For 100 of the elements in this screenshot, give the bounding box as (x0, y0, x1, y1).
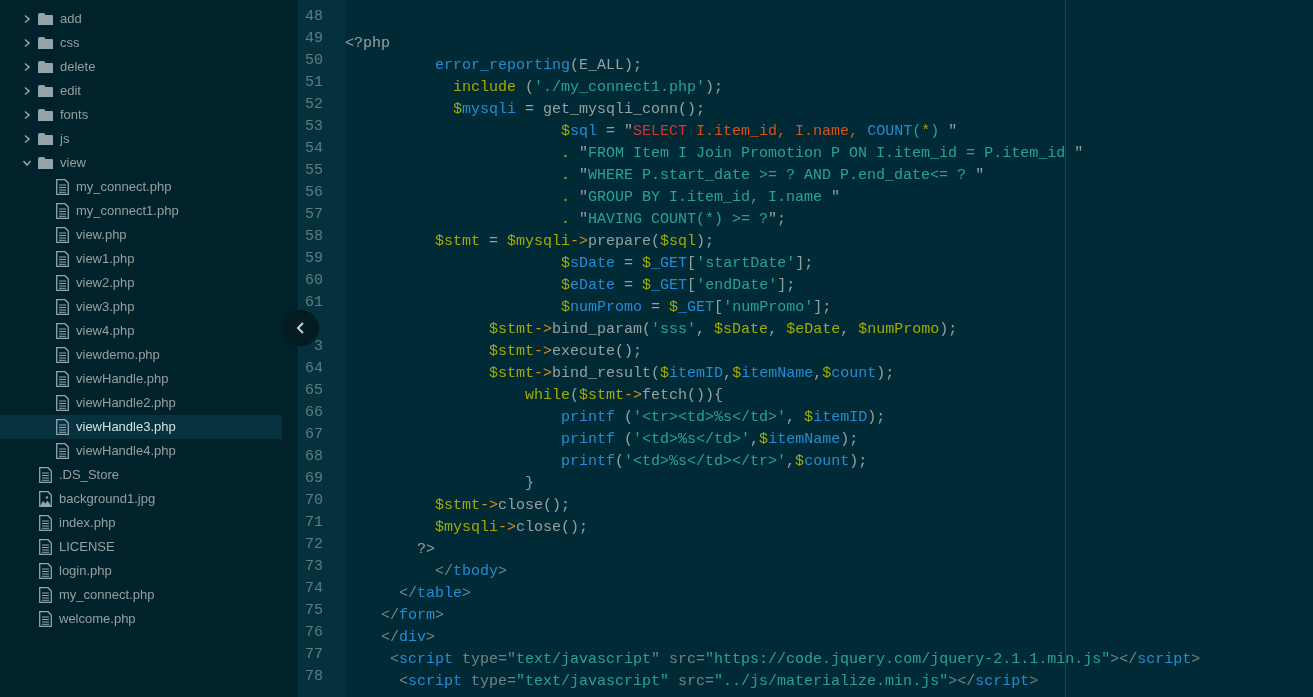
folder-icon (38, 13, 53, 25)
line-number: 3 (314, 338, 323, 355)
document-icon (39, 587, 52, 603)
code-line: $stmt = $mysqli->prepare($sql); (434, 233, 715, 252)
file-name: viewdemo.php (76, 346, 160, 365)
file-item[interactable]: view4.php (0, 319, 282, 343)
file-name: my_connect.php (76, 178, 172, 197)
code-line: $eDate = $_GET['endDate']; (560, 277, 796, 296)
code-line: </table> (398, 585, 472, 604)
file-item[interactable]: view2.php (0, 271, 282, 295)
chevron-right-icon (22, 38, 32, 48)
file-item[interactable]: viewdemo.php (0, 343, 282, 367)
file-name: viewHandle.php (76, 370, 169, 389)
file-item[interactable]: my_connect.php (0, 175, 282, 199)
line-number: 49 (305, 30, 323, 47)
line-number: 59 (305, 250, 323, 267)
document-icon (56, 179, 69, 195)
file-item[interactable]: view1.php (0, 247, 282, 271)
file-name: fonts (60, 106, 89, 125)
folder-item[interactable]: fonts (0, 103, 282, 127)
chevron-right-icon (22, 86, 32, 96)
code-line: ?> (416, 541, 435, 560)
code-line: printf ('<td>%s</td>',$itemName); (560, 431, 859, 450)
line-number: 58 (305, 228, 323, 245)
document-icon (39, 515, 52, 531)
file-item[interactable]: view.php (0, 223, 282, 247)
line-number: 73 (305, 558, 323, 575)
file-name: viewHandle4.php (76, 442, 176, 461)
document-icon (56, 371, 69, 387)
file-name: view (60, 154, 86, 173)
document-icon (39, 611, 52, 627)
file-item[interactable]: my_connect.php (0, 583, 282, 607)
document-icon (39, 467, 52, 483)
document-icon (56, 251, 69, 267)
folder-item[interactable]: delete (0, 55, 282, 79)
file-item[interactable]: view3.php (0, 295, 282, 319)
chevron-right-icon (22, 134, 32, 144)
folder-item[interactable]: add (0, 7, 282, 31)
file-name: view4.php (76, 322, 135, 341)
document-icon (56, 395, 69, 411)
document-icon (56, 347, 69, 363)
line-number: 50 (305, 52, 323, 69)
code-line: </div> (380, 629, 436, 648)
code-line: $stmt->bind_param('sss', $sDate, $eDate, $numPromo); (488, 321, 958, 340)
file-item[interactable]: index.php (0, 511, 282, 535)
line-number: 77 (305, 646, 323, 663)
folder-item[interactable]: edit (0, 79, 282, 103)
file-item[interactable]: LICENSE (0, 535, 282, 559)
folder-icon (38, 133, 53, 145)
file-item[interactable]: background1.jpg (0, 487, 282, 511)
folder-icon (38, 61, 53, 73)
file-name: view.php (76, 226, 127, 245)
code-line: <script type="text/javascript" src="../js/materialize.min.js"></script> (398, 673, 1039, 692)
file-item[interactable]: viewHandle3.php (0, 415, 282, 439)
document-icon (56, 227, 69, 243)
code-line: $mysqli = get_mysqli_conn(); (452, 101, 706, 120)
file-item[interactable]: viewHandle2.php (0, 391, 282, 415)
file-name: LICENSE (59, 538, 115, 557)
line-number: 56 (305, 184, 323, 201)
line-number: 66 (305, 404, 323, 421)
code-line: </tbody> (434, 563, 508, 582)
line-number: 51 (305, 74, 323, 91)
code-line: } (524, 475, 535, 494)
code-line: <?php (345, 35, 390, 54)
code-line: $stmt->close(); (434, 497, 571, 516)
line-number: 76 (305, 624, 323, 641)
file-name: viewHandle2.php (76, 394, 176, 413)
folder-icon (38, 157, 53, 169)
code-line: while($stmt->fetch()){ (524, 387, 724, 406)
chevron-right-icon (22, 62, 32, 72)
document-icon (39, 539, 52, 555)
document-icon (56, 323, 69, 339)
file-item[interactable]: .DS_Store (0, 463, 282, 487)
file-name: js (60, 130, 70, 149)
line-number: 75 (305, 602, 323, 619)
folder-item[interactable]: js (0, 127, 282, 151)
file-item[interactable]: viewHandle.php (0, 367, 282, 391)
code-line: printf('<td>%s</td></tr>',$count); (560, 453, 868, 472)
code-line: . "FROM Item I Join Promotion P ON I.item_id = P.item_id " (560, 145, 1084, 164)
code-line: $mysqli->close(); (434, 519, 589, 538)
file-name: login.php (59, 562, 112, 581)
document-icon (56, 443, 69, 459)
file-item[interactable]: my_connect1.php (0, 199, 282, 223)
code-line: include ('./my_connect1.php'); (452, 79, 724, 98)
file-name: delete (60, 58, 96, 77)
document-icon (39, 563, 52, 579)
code-line: $stmt->bind_result($itemID,$itemName,$count); (488, 365, 895, 384)
document-icon (56, 203, 69, 219)
line-number: 61 (305, 294, 323, 311)
chevron-right-icon (22, 110, 32, 120)
folder-item[interactable]: css (0, 31, 282, 55)
folder-icon (38, 37, 53, 49)
file-item[interactable]: viewHandle4.php (0, 439, 282, 463)
file-item[interactable]: login.php (0, 559, 282, 583)
file-item[interactable]: welcome.php (0, 607, 282, 631)
file-name: view2.php (76, 274, 135, 293)
line-number: 54 (305, 140, 323, 157)
folder-item[interactable]: view (0, 151, 282, 175)
code-line: $numPromo = $_GET['numPromo']; (560, 299, 832, 318)
file-name: view1.php (76, 250, 135, 269)
